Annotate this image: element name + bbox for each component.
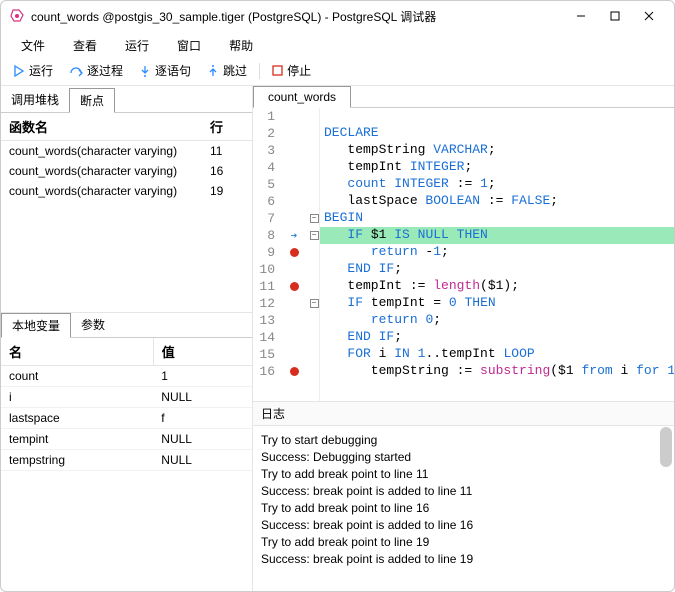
stack-tabs: 调用堆栈 断点 (1, 86, 252, 113)
table-row[interactable]: lastspacef (1, 408, 252, 429)
menu-run[interactable]: 运行 (113, 35, 161, 56)
table-row[interactable]: tempstringNULL (1, 450, 252, 471)
scrollbar-thumb[interactable] (660, 427, 672, 467)
col-varvalue[interactable]: 值 (153, 338, 252, 366)
stop-icon (272, 65, 283, 76)
step-out-icon (207, 65, 219, 77)
log-panel: 日志 Try to start debuggingSuccess: Debugg… (253, 401, 674, 591)
table-row[interactable]: count_words(character varying)16 (1, 161, 252, 181)
app-icon (9, 8, 25, 24)
vars-tabs: 本地变量 参数 (1, 313, 252, 338)
right-panel: count_words 1234567−8➔−9101112−13141516 … (253, 86, 674, 591)
log-header: 日志 (253, 401, 674, 426)
left-panel: 调用堆栈 断点 函数名 行 count_words(character vary… (1, 86, 253, 591)
col-varname[interactable]: 名 (1, 338, 153, 366)
toolbar-separator (259, 63, 260, 79)
run-button[interactable]: 运行 (7, 60, 59, 81)
tab-callstack[interactable]: 调用堆栈 (1, 88, 69, 112)
minimize-button[interactable] (564, 2, 598, 30)
tab-breakpoints[interactable]: 断点 (69, 88, 115, 113)
play-icon (13, 65, 25, 77)
main-area: 调用堆栈 断点 函数名 行 count_words(character vary… (1, 86, 674, 591)
col-func[interactable]: 函数名 (1, 113, 202, 141)
code-editor[interactable]: 1234567−8➔−9101112−13141516 DECLARE temp… (253, 108, 674, 401)
table-row[interactable]: tempintNULL (1, 429, 252, 450)
step-into-icon (139, 65, 151, 77)
menu-view[interactable]: 查看 (61, 35, 109, 56)
tab-locals[interactable]: 本地变量 (1, 313, 71, 338)
toolbar: 运行 逐过程 逐语句 跳过 停止 (1, 58, 674, 86)
close-button[interactable] (632, 2, 666, 30)
col-line[interactable]: 行 (202, 113, 252, 141)
editor-tabs: count_words (253, 86, 674, 108)
log-body[interactable]: Try to start debuggingSuccess: Debugging… (253, 426, 674, 591)
step-over-button[interactable]: 逐过程 (63, 60, 129, 81)
editor-tab[interactable]: count_words (253, 86, 351, 108)
table-row[interactable]: count_words(character varying)11 (1, 141, 252, 162)
tab-params[interactable]: 参数 (71, 313, 115, 337)
code-body[interactable]: DECLARE tempString VARCHAR; tempInt INTE… (320, 108, 674, 401)
window-title: count_words @postgis_30_sample.tiger (Po… (31, 8, 564, 25)
gutter[interactable]: 1234567−8➔−9101112−13141516 (253, 108, 320, 401)
menu-window[interactable]: 窗口 (165, 35, 213, 56)
table-row[interactable]: count1 (1, 366, 252, 387)
vars-table: 名 值 count1 iNULL lastspacef tempintNULL … (1, 338, 252, 471)
menu-bar: 文件 查看 运行 窗口 帮助 (1, 31, 674, 58)
table-row[interactable]: count_words(character varying)19 (1, 181, 252, 201)
menu-help[interactable]: 帮助 (217, 35, 265, 56)
step-into-button[interactable]: 逐语句 (133, 60, 197, 81)
title-bar: count_words @postgis_30_sample.tiger (Po… (1, 1, 674, 31)
table-row[interactable]: iNULL (1, 387, 252, 408)
breakpoints-table: 函数名 行 count_words(character varying)11 c… (1, 113, 252, 201)
maximize-button[interactable] (598, 2, 632, 30)
step-over-icon (69, 65, 83, 77)
menu-file[interactable]: 文件 (9, 35, 57, 56)
breakpoints-panel: 函数名 行 count_words(character varying)11 c… (1, 113, 252, 313)
step-out-button[interactable]: 跳过 (201, 60, 253, 81)
stop-button[interactable]: 停止 (266, 60, 317, 81)
